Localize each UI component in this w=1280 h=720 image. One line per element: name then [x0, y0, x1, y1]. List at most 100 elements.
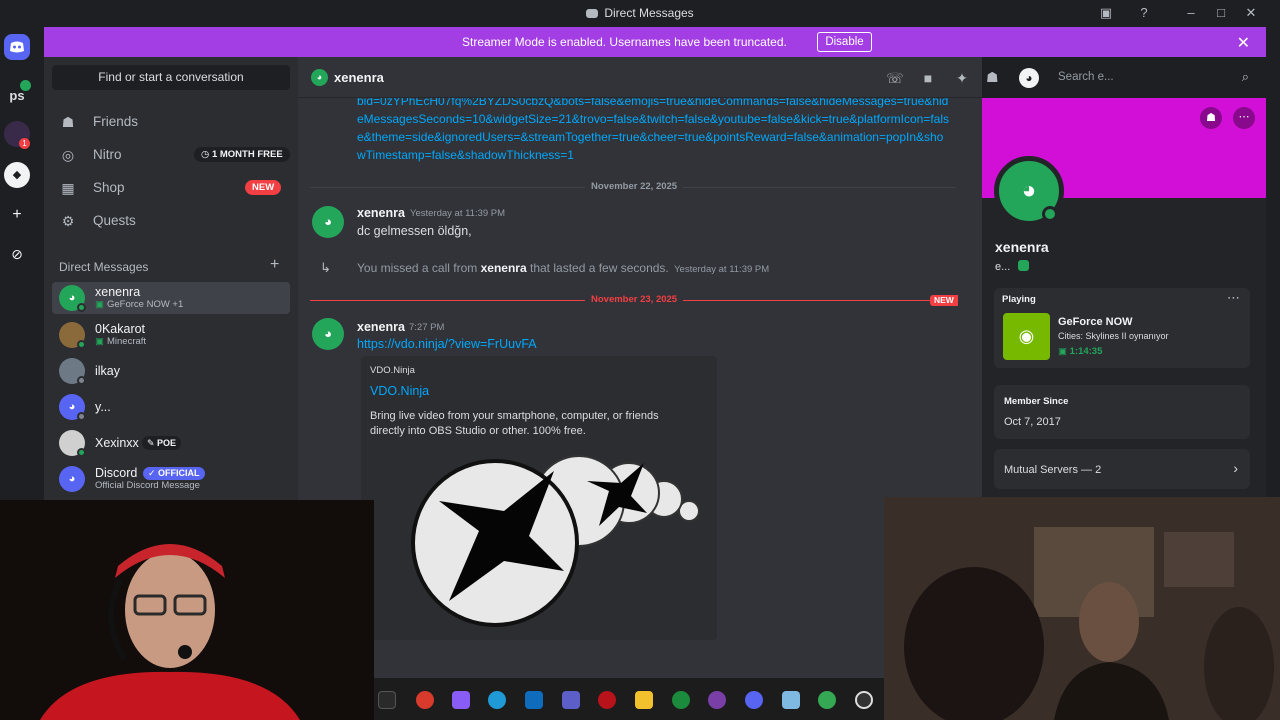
dm-section-header: Direct Messages [59, 260, 149, 274]
vdo-ninja-logo-image[interactable] [409, 451, 709, 631]
date-label: November 22, 2025 [585, 181, 684, 192]
chrome-icon[interactable] [818, 691, 836, 709]
more-options-icon[interactable]: ⋯ [1233, 107, 1255, 129]
app-icon[interactable] [708, 691, 726, 709]
quests-icon: ⚙ [61, 213, 75, 229]
message-list[interactable]: bid=0zYPhEcH07fq%2BYZDS0cbzQ&bots=false&… [298, 98, 982, 678]
nitro-icon: ◎ [61, 147, 75, 163]
app-icon[interactable] [598, 691, 616, 709]
previous-link-text[interactable]: bid=0zYPhEcH07fq%2BYZDS0cbzQ&bots=false&… [357, 98, 951, 164]
add-server-icon[interactable]: + [4, 202, 30, 228]
app-window: Direct Messages ▣ ? – □ ✕ ps 1 ◆ + ⊘ Str… [0, 0, 1280, 720]
mutual-servers-row[interactable]: Mutual Servers — 2 › [994, 449, 1250, 489]
message-avatar[interactable]: ◕ [312, 318, 344, 350]
taskbar [374, 678, 884, 720]
window-title: Direct Messages [604, 6, 694, 20]
call-suffix: that lasted a few seconds. [530, 261, 669, 275]
discord-taskbar-icon[interactable] [745, 691, 763, 709]
official-badge: ✓ OFFICIAL [143, 467, 205, 480]
chevron-right-icon: › [1233, 460, 1238, 476]
message-avatar[interactable]: ◕ [312, 206, 344, 238]
home-button[interactable] [4, 34, 30, 60]
close-icon[interactable]: ✕ [1237, 33, 1250, 53]
add-friends-to-dm-icon[interactable]: ☗ [986, 69, 1004, 87]
webcam-room-image [884, 497, 1280, 720]
create-dm-icon[interactable]: + [270, 256, 279, 274]
video-call-icon[interactable]: ■ [919, 69, 937, 87]
obs-icon[interactable] [855, 691, 873, 709]
server-icon[interactable]: ◆ [4, 162, 30, 188]
dm-activity: ▣ GeForce NOW +1 [95, 299, 183, 310]
call-author[interactable]: xenenra [481, 261, 527, 275]
folder-icon[interactable] [635, 691, 653, 709]
search-placeholder: Search e... [1058, 71, 1114, 83]
status-offline-indicator [77, 376, 86, 385]
nitro-promo-badge: ◷ 1 MONTH FREE [194, 147, 290, 162]
discord-logo-icon [586, 9, 599, 18]
dm-item-xenenra[interactable]: ◕ xenenra ▣ GeForce NOW +1 [52, 282, 290, 314]
playing-label: Playing [1002, 294, 1036, 305]
message-author[interactable]: xenenra [357, 206, 405, 220]
elapsed-time: ▣ 1:14:35 [1058, 346, 1103, 357]
message-link[interactable]: https://vdo.ninja/?view=FrUuvFA [357, 335, 537, 353]
profile-subtitle-text: e... [995, 261, 1011, 273]
dm-activity-text: Official Discord Message [95, 480, 200, 491]
nav-shop[interactable]: ▦ Shop NEW [52, 173, 290, 203]
nav-label: Quests [93, 213, 136, 228]
close-window-button[interactable]: ✕ [1241, 4, 1261, 22]
voice-call-icon[interactable]: ☏ [886, 69, 904, 87]
server-tag-icon [1018, 260, 1030, 271]
add-friend-icon[interactable]: ☗ [1200, 107, 1222, 129]
game-name: GeForce NOW [1058, 316, 1133, 328]
nav-label: Shop [93, 180, 125, 195]
disable-streamer-button[interactable]: Disable [817, 32, 872, 52]
mutual-servers-label: Mutual Servers — 2 [1004, 464, 1102, 476]
embed-title[interactable]: VDO.Ninja [370, 384, 429, 398]
dm-item-xexinxx[interactable]: Xexinxx ✎ POE [52, 427, 290, 459]
maximize-button[interactable]: □ [1211, 4, 1231, 22]
nav-friends[interactable]: ☗ Friends [52, 107, 290, 137]
pinned-messages-icon[interactable]: ✦ [953, 69, 971, 87]
status-online-indicator [1042, 206, 1058, 222]
app-icon[interactable] [782, 691, 800, 709]
server-badge [20, 80, 31, 91]
teams-icon[interactable] [562, 691, 580, 709]
tag-text: POE [157, 438, 177, 448]
geforce-now-icon: ◉ [1003, 313, 1050, 360]
header-avatar: ◕ [311, 69, 328, 86]
user-profile-icon[interactable]: ◕ [1019, 68, 1039, 88]
member-since-card: Member Since Oct 7, 2017 [994, 385, 1250, 439]
find-conversation-button[interactable]: Find or start a conversation [52, 65, 290, 90]
dm-name: Xexinxx [95, 436, 139, 450]
dm-name: ilkay [95, 364, 121, 378]
help-icon[interactable]: ? [1134, 4, 1154, 22]
outlook-icon[interactable] [525, 691, 543, 709]
message-author[interactable]: xenenra [357, 320, 405, 334]
webcam-overlay-right [884, 497, 1280, 720]
activity-card: Playing ⋯ ◉ GeForce NOW Cities: Skylines… [994, 288, 1250, 368]
streamer-mode-banner: Streamer Mode is enabled. Usernames have… [44, 27, 1266, 57]
file-explorer-icon[interactable] [378, 691, 396, 709]
edge-icon[interactable] [488, 691, 506, 709]
nav-label: Nitro [93, 147, 122, 162]
search-input[interactable]: Search e... ⌕ [1052, 67, 1254, 89]
copilot-icon[interactable] [452, 691, 470, 709]
dm-name: Discord [95, 466, 138, 480]
app-icon[interactable] [672, 691, 690, 709]
dm-item-0kakarot[interactable]: 0Kakarot ▣ Minecraft [52, 319, 290, 351]
nav-nitro[interactable]: ◎ Nitro ◷ 1 MONTH FREE [52, 140, 290, 170]
dm-item-y[interactable]: ◕ y... [52, 391, 290, 423]
inbox-icon[interactable]: ▣ [1096, 4, 1116, 22]
dm-item-discord[interactable]: ◕ Discord ✓ OFFICIAL Official Discord Me… [52, 463, 290, 495]
minimize-button[interactable]: – [1181, 4, 1201, 22]
discover-icon[interactable]: ⊘ [4, 241, 30, 267]
app-icon[interactable] [416, 691, 434, 709]
call-prefix: You missed a call from [357, 261, 478, 275]
new-badge: NEW [245, 180, 282, 195]
nav-label: Friends [93, 114, 139, 129]
nav-quests[interactable]: ⚙ Quests [52, 206, 290, 236]
activity-more-icon[interactable]: ⋯ [1227, 290, 1240, 306]
title-bar: Direct Messages ▣ ? – □ ✕ [0, 0, 1280, 26]
dm-item-ilkay[interactable]: ilkay [52, 355, 290, 387]
status-online-indicator [77, 303, 86, 312]
